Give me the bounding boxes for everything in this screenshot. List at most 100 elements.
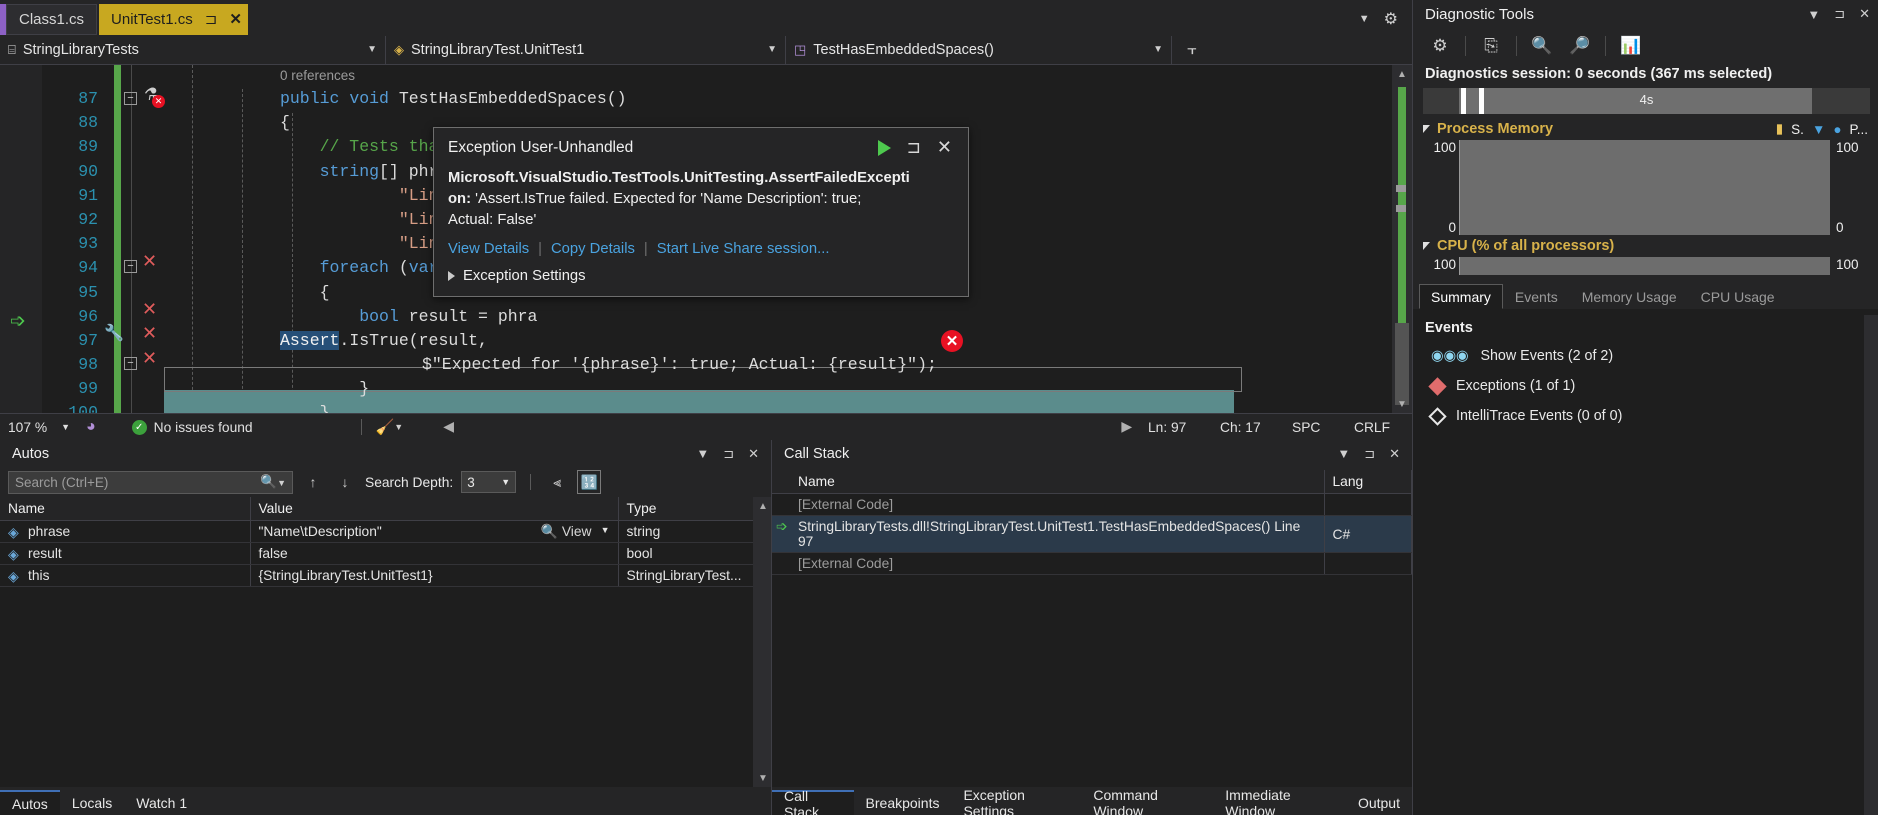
cpu-section-header[interactable]: CPU (% of all processors) (1413, 235, 1878, 257)
error-badge-icon[interactable]: ✕ (941, 330, 963, 352)
pin-icon[interactable]: ⊐ (205, 12, 218, 27)
scroll-down-arrow-icon[interactable]: ▼ (1392, 395, 1412, 413)
export-icon[interactable]: ⎘ (1474, 32, 1508, 60)
search-next-button[interactable]: ↓ (333, 470, 357, 494)
gear-icon[interactable]: ⚙ (1423, 32, 1457, 60)
tab-watch1[interactable]: Watch 1 (124, 790, 199, 815)
process-memory-graph[interactable]: 100 0 100 0 (1413, 140, 1878, 235)
table-row[interactable]: ◈result false bool (0, 543, 771, 565)
gear-icon[interactable]: ⚙ (1384, 9, 1398, 29)
pin-icon[interactable]: ⊐ (1834, 6, 1845, 22)
pin-icon[interactable]: ⊐ (723, 446, 734, 462)
eol-indicator[interactable]: CRLF (1346, 414, 1412, 441)
autos-col-value[interactable]: Value (250, 497, 618, 521)
chevron-down-icon[interactable]: ▼ (1359, 13, 1370, 25)
spaces-indicator[interactable]: SPC (1284, 414, 1346, 441)
navbar-class-dropdown[interactable]: ◈ StringLibraryTest.UnitTest1 ▼ (386, 36, 786, 64)
tab-breakpoints[interactable]: Breakpoints (854, 790, 952, 815)
chevron-down-icon[interactable]: ▼ (696, 446, 709, 461)
tab-cpu-usage[interactable]: CPU Usage (1689, 284, 1787, 309)
close-icon[interactable]: ✕ (1859, 6, 1870, 22)
search-depth-select[interactable]: 3 ▼ (461, 471, 516, 493)
call-stack-col-lang[interactable]: Lang (1324, 470, 1412, 494)
exception-helper-dialog[interactable]: Exception User-Unhandled ⊐ ✕ Microsoft.V… (433, 127, 969, 297)
tab-exception-settings[interactable]: Exception Settings (951, 790, 1081, 815)
code-editor[interactable]: ➩ 87 88 89 90 91 92 93 94 95 96 97 98 99… (0, 65, 1412, 413)
pin-icon[interactable]: ⊐ (907, 138, 921, 158)
autos-cell-value[interactable]: {StringLibraryTest.UnitTest1} (250, 565, 618, 587)
search-input[interactable]: Search (Ctrl+E) 🔍▼ (8, 471, 293, 494)
hex-display-button[interactable]: 🔢 (577, 470, 601, 494)
tab-summary[interactable]: Summary (1419, 284, 1503, 309)
start-live-share-link[interactable]: Start Live Share session... (657, 241, 830, 257)
exception-settings-expander[interactable]: Exception Settings (434, 261, 968, 296)
event-row-show-events[interactable]: ◉◉◉ Show Events (2 of 2) (1413, 341, 1864, 371)
chevron-down-icon[interactable]: ▼ (1337, 446, 1350, 461)
view-details-link[interactable]: View Details (448, 241, 529, 257)
scroll-left-button[interactable]: ◀ (435, 414, 462, 441)
scroll-up-arrow-icon[interactable]: ▲ (753, 497, 771, 515)
scroll-right-button[interactable]: ▶ (1113, 414, 1140, 441)
call-stack-grid[interactable]: Name Lang [External Code] ➩ (772, 470, 1412, 787)
scroll-up-arrow-icon[interactable]: ▲ (1392, 65, 1412, 83)
tab-command-window[interactable]: Command Window (1081, 790, 1213, 815)
autos-cell-value[interactable]: "Name\tDescription" 🔍 View ▼ (250, 521, 618, 543)
tab-locals[interactable]: Locals (60, 790, 124, 815)
search-icon[interactable]: 🔍▼ (260, 474, 286, 490)
outline-collapse-icon[interactable]: − (124, 353, 137, 371)
tab-autos[interactable]: Autos (0, 790, 60, 815)
close-icon[interactable]: ✕ (229, 12, 242, 27)
autos-cell-value[interactable]: false (250, 543, 618, 565)
autos-scrollbar[interactable]: ▲ ▼ (753, 497, 771, 787)
autos-grid[interactable]: Name Value Type ◈phrase "Name\tDescripti… (0, 497, 771, 787)
zoom-in-icon[interactable]: 🔍 (1525, 32, 1559, 60)
table-row[interactable]: ◈this {StringLibraryTest.UnitTest1} Stri… (0, 565, 771, 587)
tab-memory-usage[interactable]: Memory Usage (1570, 284, 1689, 309)
wrench-icon[interactable]: 🔧 (104, 323, 124, 343)
call-stack-col-name[interactable]: Name (772, 470, 1324, 494)
navbar-project-dropdown[interactable]: ⌸ StringLibraryTests ▼ (0, 36, 386, 64)
editor-vertical-scrollbar[interactable]: ▲ ▼ (1392, 65, 1412, 413)
chevron-down-icon[interactable]: ▼ (1807, 7, 1820, 22)
indicator-margin[interactable]: ➩ (0, 65, 42, 413)
outline-collapse-icon[interactable]: − (124, 88, 137, 106)
navbar-member-dropdown[interactable]: ◳ TestHasEmbeddedSpaces() ▼ (786, 36, 1172, 64)
autos-col-name[interactable]: Name (0, 497, 250, 521)
pin-icon[interactable]: ⊐ (1364, 446, 1375, 462)
tab-output[interactable]: Output (1346, 790, 1412, 815)
zoom-control[interactable]: 107 % ▼ (0, 414, 78, 441)
code-surface[interactable]: − ⚗ ✕ − ✕ − ✕ ✕ ✕ 🔧 (104, 65, 1392, 413)
tab-immediate-window[interactable]: Immediate Window (1213, 790, 1346, 815)
scroll-down-arrow-icon[interactable]: ▼ (753, 769, 771, 787)
zoom-out-icon[interactable]: 🔎 (1563, 32, 1597, 60)
table-row[interactable]: [External Code] (772, 553, 1412, 575)
table-row[interactable]: ➩ StringLibraryTests.dll!StringLibraryTe… (772, 516, 1412, 553)
code-cleanup-button[interactable]: 🧹 ▼ (368, 414, 412, 441)
autos-col-type[interactable]: Type (618, 497, 771, 521)
event-row-intellitrace[interactable]: IntelliTrace Events (0 of 0) (1413, 401, 1864, 431)
copy-details-link[interactable]: Copy Details (551, 241, 635, 257)
chart-icon[interactable]: 📊 (1614, 32, 1648, 60)
chevron-down-icon[interactable]: ▼ (601, 525, 610, 535)
string-visualizer-button[interactable]: 🔍 View (541, 524, 592, 540)
tab-events[interactable]: Events (1503, 284, 1570, 309)
table-row[interactable]: ◈phrase "Name\tDescription" 🔍 View ▼ str… (0, 521, 771, 543)
code-lens-references[interactable]: 0 references (280, 65, 937, 87)
event-row-exceptions[interactable]: Exceptions (1 of 1) (1413, 371, 1864, 401)
scrollbar-thumb[interactable] (1395, 323, 1409, 405)
tab-call-stack[interactable]: Call Stack (772, 790, 854, 815)
close-icon[interactable]: ✕ (937, 137, 952, 158)
timeline-ruler[interactable]: 4s (1423, 88, 1870, 114)
tab-class1[interactable]: Class1.cs (6, 4, 97, 35)
continue-play-icon[interactable] (878, 140, 891, 156)
diagnostic-scrollbar[interactable] (1864, 315, 1878, 815)
pin-column-button[interactable]: ⫷ (545, 470, 569, 494)
process-memory-section-header[interactable]: Process Memory ▮ S. ▼ ● P... (1413, 118, 1878, 140)
close-icon[interactable]: ✕ (748, 446, 759, 462)
table-row[interactable]: [External Code] (772, 494, 1412, 516)
issues-status[interactable]: ✓ No issues found (124, 414, 261, 441)
intellicode-icon[interactable]: ◕ (78, 414, 104, 441)
split-view-button[interactable]: ⫟ (1172, 41, 1212, 59)
close-icon[interactable]: ✕ (1389, 446, 1400, 462)
cpu-graph[interactable]: 100 100 (1413, 257, 1878, 275)
